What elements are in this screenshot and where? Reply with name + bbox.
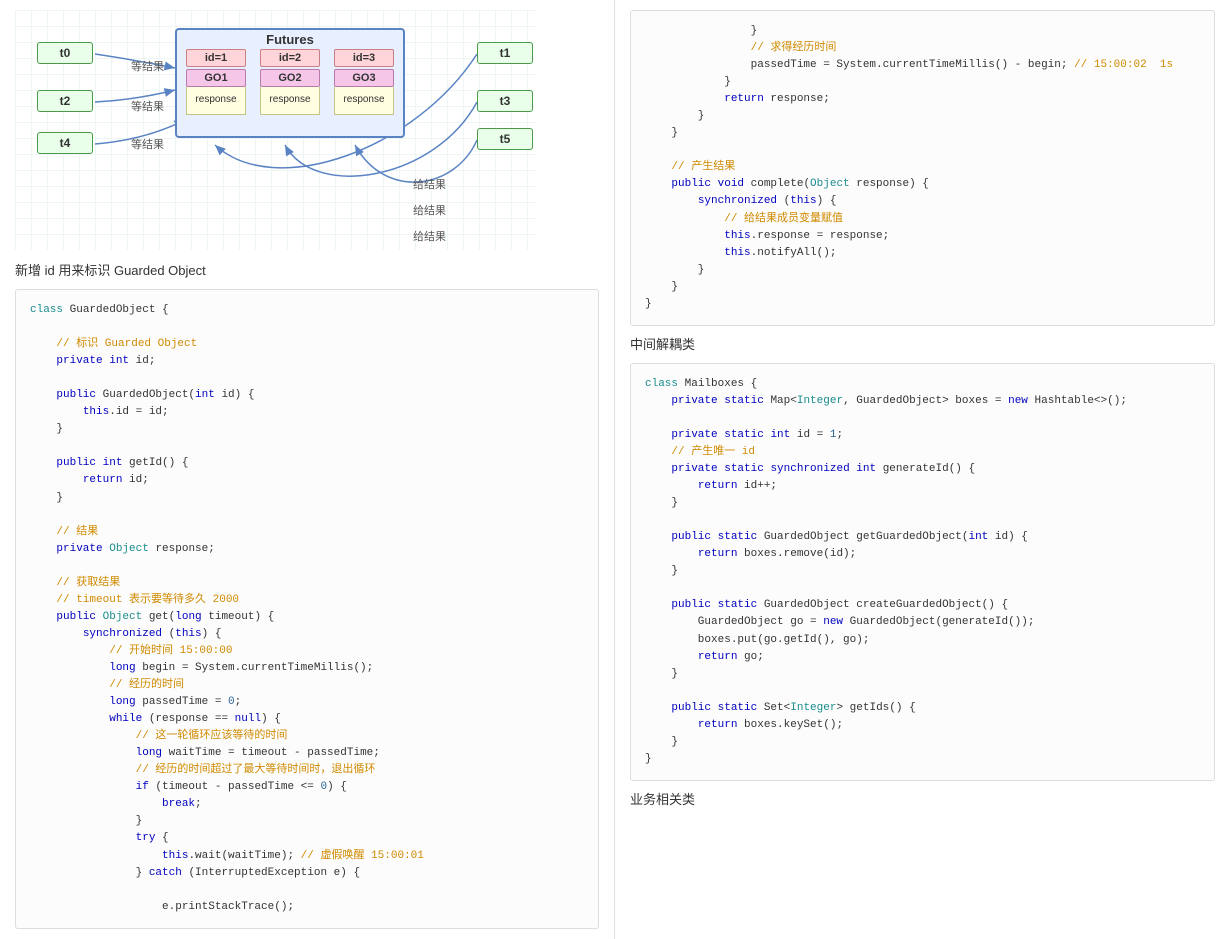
- wait-label-3: 等结果: [131, 136, 164, 152]
- resp-box-2: response: [260, 87, 320, 115]
- give-label-2: 给结果: [413, 202, 446, 218]
- paragraph-decouple: 中间解耦类: [630, 334, 1215, 353]
- thread-box-t5: t5: [477, 128, 533, 150]
- thread-box-t4: t4: [37, 132, 93, 154]
- futures-title: Futures: [177, 30, 403, 49]
- paragraph-id-desc: 新增 id 用来标识 Guarded Object: [15, 260, 599, 279]
- thread-box-t0: t0: [37, 42, 93, 64]
- go-box-3: GO3: [334, 69, 394, 87]
- resp-box-1: response: [186, 87, 246, 115]
- futures-diagram: t0 t2 t4 t1 t3 t5 等结果 等结果 等结果 给结果 给结果 给结…: [15, 10, 535, 250]
- id-box-3: id=3: [334, 49, 394, 67]
- thread-box-t2: t2: [37, 90, 93, 112]
- go-box-1: GO1: [186, 69, 246, 87]
- resp-box-3: response: [334, 87, 394, 115]
- futures-container: Futures id=1 id=2 id=3 GO1 GO2 GO3 respo…: [175, 28, 405, 138]
- give-label-1: 给结果: [413, 176, 446, 192]
- thread-box-t1: t1: [477, 42, 533, 64]
- id-box-1: id=1: [186, 49, 246, 67]
- go-box-2: GO2: [260, 69, 320, 87]
- wait-label-2: 等结果: [131, 98, 164, 114]
- paragraph-business: 业务相关类: [630, 789, 1215, 808]
- code-guarded-object-cont: } // 求得经历时间 passedTime = System.currentT…: [630, 10, 1215, 326]
- id-box-2: id=2: [260, 49, 320, 67]
- thread-box-t3: t3: [477, 90, 533, 112]
- code-mailboxes: class Mailboxes { private static Map<Int…: [630, 363, 1215, 781]
- code-guarded-object: class GuardedObject { // 标识 Guarded Obje…: [15, 289, 599, 929]
- give-label-3: 给结果: [413, 228, 446, 244]
- wait-label-1: 等结果: [131, 58, 164, 74]
